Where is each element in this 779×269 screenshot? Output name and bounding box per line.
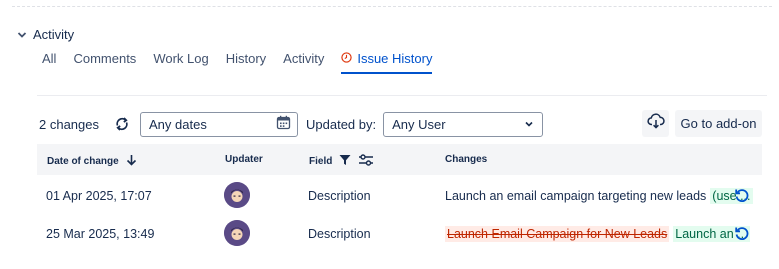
filter-icon[interactable] <box>339 154 351 169</box>
sliders-icon[interactable] <box>358 154 374 169</box>
field-name: Description <box>308 227 371 241</box>
download-button[interactable] <box>642 110 669 137</box>
change-date: 01 Apr 2025, 17:07 <box>46 189 152 203</box>
activity-section-header[interactable]: Activity <box>17 27 74 42</box>
change-text: Launch an email campaign targeting new l… <box>445 189 707 203</box>
column-updater: Updater <box>225 154 263 165</box>
avatar[interactable] <box>224 220 250 246</box>
refresh-icon[interactable] <box>113 115 131 133</box>
column-changes-label: Changes <box>445 154 488 165</box>
calendar-icon[interactable] <box>276 115 291 133</box>
column-field-label: Field <box>309 156 333 167</box>
section-divider <box>37 95 767 96</box>
chevron-down-icon[interactable] <box>17 30 27 40</box>
section-title: Activity <box>33 27 75 42</box>
removed-text: Launch Email Campaign for New Leads <box>445 226 670 242</box>
restore-icon[interactable] <box>734 225 750 244</box>
tab-comments[interactable]: Comments <box>73 51 136 74</box>
tab-history[interactable]: History <box>226 51 266 74</box>
change-date: 25 Mar 2025, 13:49 <box>46 227 155 241</box>
restore-icon[interactable] <box>734 187 750 206</box>
date-filter[interactable]: Any dates <box>140 111 298 137</box>
change-diff: Launch Email Campaign for New Leads Laun… <box>445 226 750 242</box>
user-filter-select[interactable]: Any User <box>383 111 544 137</box>
column-date-label: Date of change <box>47 156 119 167</box>
column-changes: Changes <box>445 154 487 165</box>
table-row: 25 Mar 2025, 13:49 Description Launch Em… <box>37 214 762 252</box>
tab-activity[interactable]: Activity <box>283 51 324 74</box>
tab-all[interactable]: All <box>42 51 56 74</box>
date-filter-value: Any dates <box>149 116 207 132</box>
tab-work-log[interactable]: Work Log <box>153 51 208 74</box>
history-toolbar: 2 changes Any dates Updated by: Any User <box>39 110 544 138</box>
updated-by-label: Updated by: <box>306 116 377 132</box>
column-field: Field <box>309 154 374 169</box>
go-to-addon-button[interactable]: Go to add-on <box>675 110 762 137</box>
top-divider <box>12 6 772 7</box>
column-updater-label: Updater <box>225 154 263 165</box>
chevron-down-icon <box>524 117 534 132</box>
avatar[interactable] <box>224 182 250 208</box>
field-name: Description <box>308 189 371 203</box>
tab-issue-history-label: Issue History <box>357 51 433 66</box>
issue-history-icon <box>341 51 353 66</box>
table-row: 01 Apr 2025, 17:07 Description Launch an… <box>37 176 762 214</box>
change-diff: Launch an email campaign targeting new l… <box>445 188 753 204</box>
activity-tabs: All Comments Work Log History Activity I… <box>42 51 449 74</box>
table-header: Date of change Updater Field Changes <box>37 144 762 175</box>
tab-issue-history[interactable]: Issue History <box>341 51 433 74</box>
column-date-of-change[interactable]: Date of change <box>47 154 137 169</box>
user-filter-value: Any User <box>392 116 446 132</box>
changes-count: 2 changes <box>39 116 99 132</box>
arrow-down-icon[interactable] <box>126 154 137 169</box>
cloud-download-icon <box>646 113 665 134</box>
